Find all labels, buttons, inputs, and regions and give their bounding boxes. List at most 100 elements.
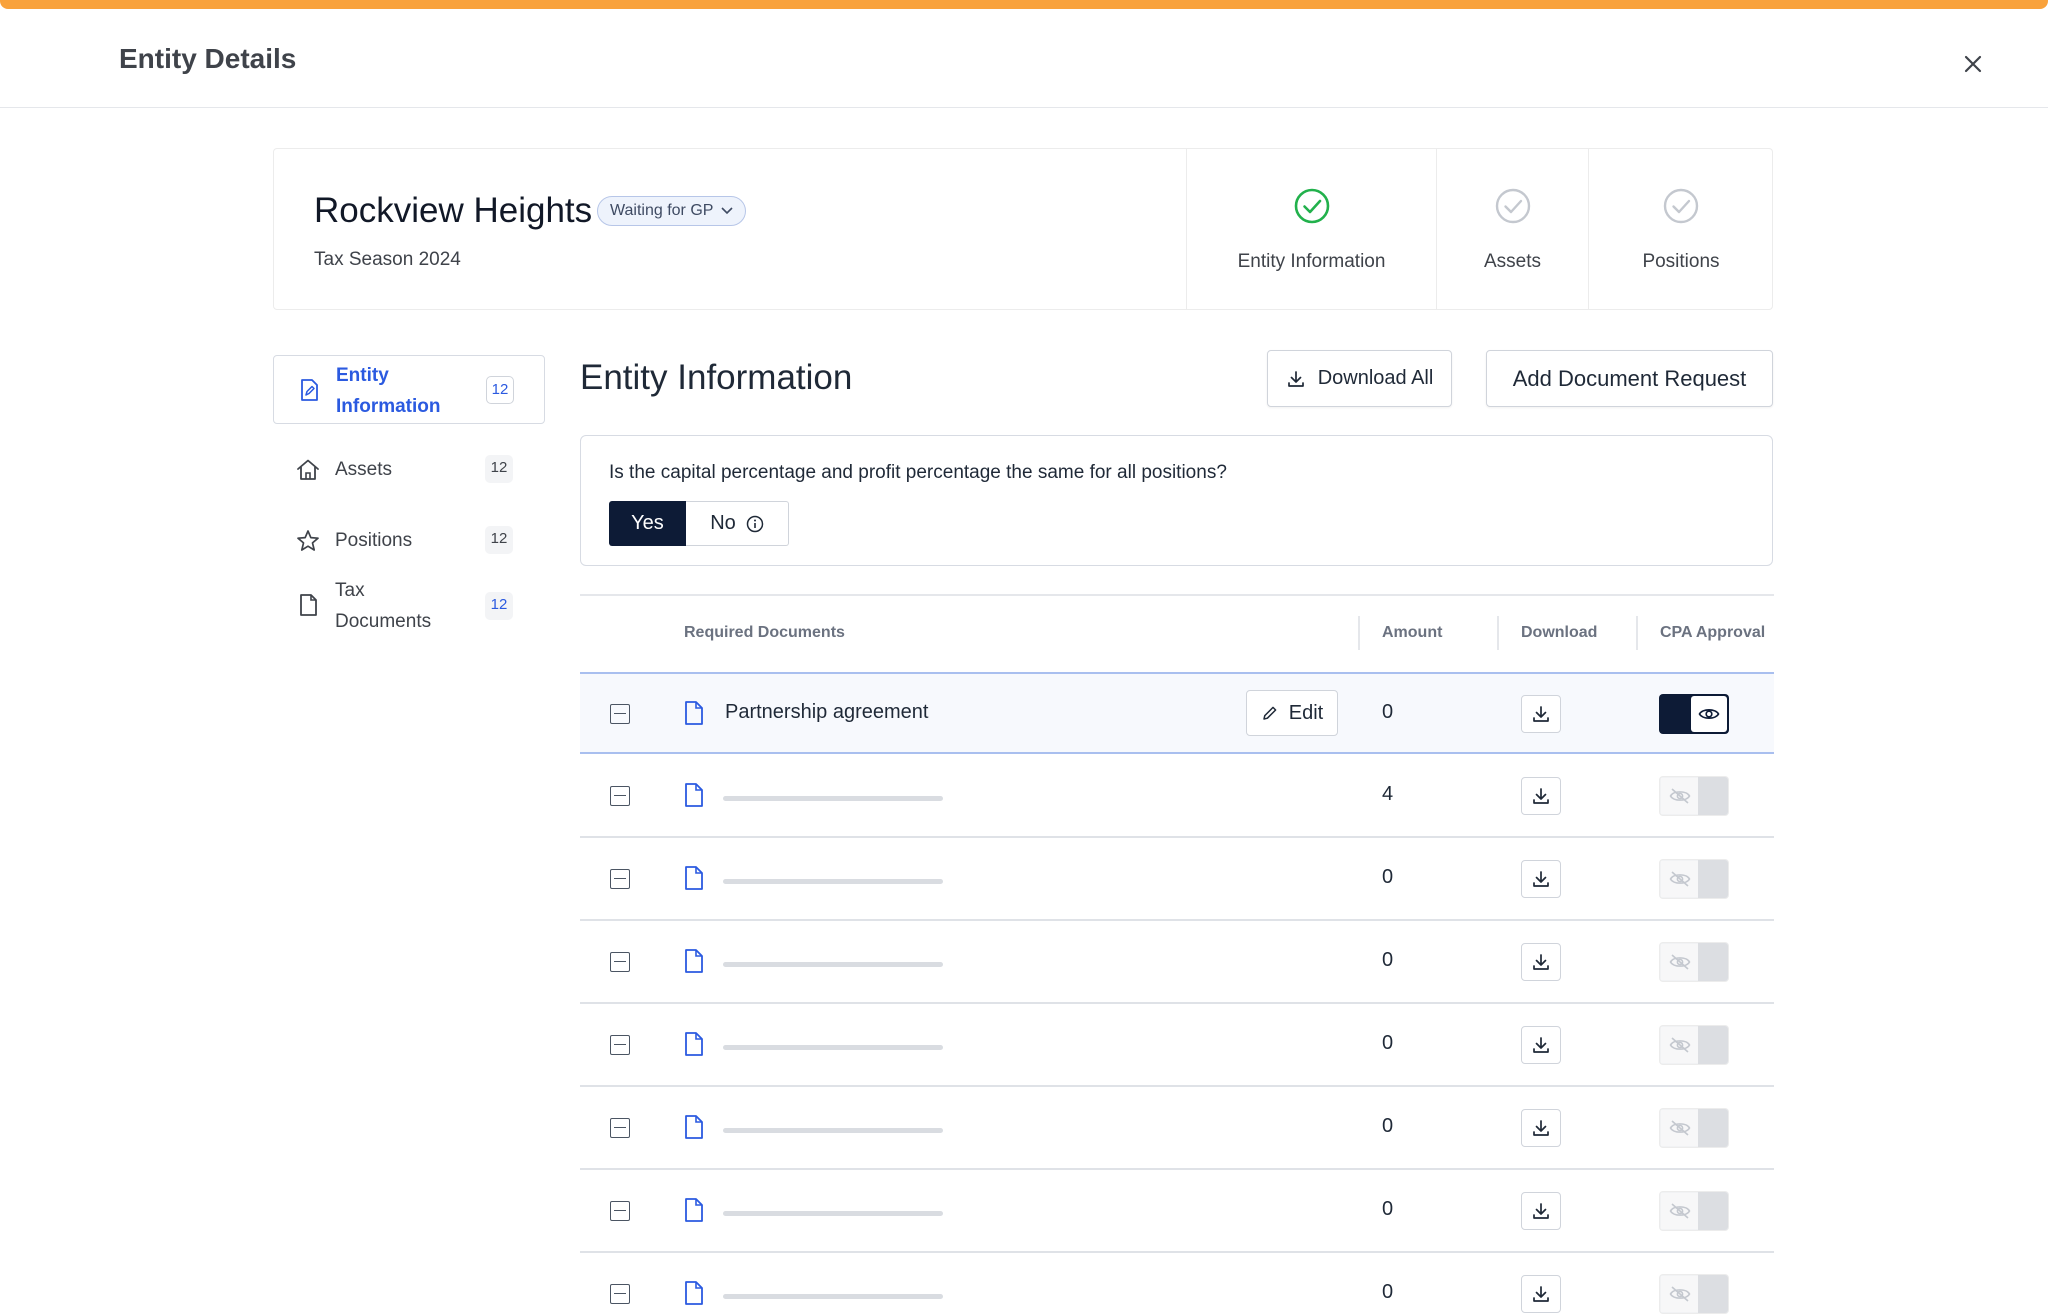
yes-option[interactable]: Yes (609, 501, 686, 546)
download-button[interactable] (1521, 1109, 1561, 1147)
eye-off-icon (1669, 954, 1691, 970)
collapse-toggle[interactable] (610, 1118, 630, 1138)
collapse-toggle[interactable] (610, 1284, 630, 1304)
cpa-approval-toggle[interactable] (1659, 776, 1729, 816)
download-icon (1533, 706, 1549, 722)
table-row[interactable]: 0 (580, 1171, 1774, 1253)
table-row[interactable]: 0 (580, 839, 1774, 921)
amount-value: 4 (1382, 783, 1394, 805)
file-icon (685, 701, 703, 725)
collapse-toggle[interactable] (610, 786, 630, 806)
check-circle-icon (1663, 188, 1699, 224)
sidebar-item-positions[interactable]: Positions 12 (273, 516, 545, 566)
cpa-approval-toggle[interactable] (1659, 1108, 1729, 1148)
sidebar-item-label: Entity Information (336, 365, 441, 417)
file-icon (685, 783, 703, 807)
toggle-track (1698, 1275, 1728, 1313)
download-icon (1287, 370, 1304, 387)
toggle-knob (1661, 778, 1699, 814)
collapse-toggle[interactable] (610, 704, 630, 724)
table-row[interactable]: 0 (580, 1088, 1774, 1170)
eye-off-icon (1669, 871, 1691, 887)
sidebar-item-entity-information[interactable]: Entity Information 12 (273, 355, 545, 424)
cpa-approval-toggle[interactable] (1659, 859, 1729, 899)
page-title: Entity Details (119, 43, 297, 74)
eye-off-icon (1669, 1203, 1691, 1219)
file-icon (300, 594, 317, 616)
column-header-cpa-approval: CPA Approval (1660, 624, 1766, 641)
step-label: Entity Information (1237, 251, 1386, 272)
table-row[interactable]: 0 (580, 1254, 1774, 1316)
download-button[interactable] (1521, 695, 1561, 733)
question-text: Is the capital percentage and profit per… (609, 462, 1227, 483)
table-row[interactable]: 0 (580, 1005, 1774, 1087)
download-button[interactable] (1521, 777, 1561, 815)
download-button[interactable] (1521, 1026, 1561, 1064)
download-icon (1533, 788, 1549, 804)
collapse-toggle[interactable] (610, 1201, 630, 1221)
sidebar-item-assets[interactable]: Assets 12 (273, 445, 545, 495)
document-name-placeholder (723, 879, 943, 884)
cpa-approval-toggle[interactable] (1659, 942, 1729, 982)
sidebar-item-label: Assets (335, 459, 393, 480)
toggle-knob (1691, 696, 1727, 732)
toggle-track (1698, 1109, 1728, 1147)
edit-button[interactable]: Edit (1246, 690, 1338, 736)
add-document-request-button[interactable]: Add Document Request (1486, 350, 1773, 407)
status-label: Waiting for GP (610, 202, 714, 219)
amount-value: 0 (1382, 1198, 1394, 1220)
entity-name: Rockview Heights (314, 191, 593, 230)
amount-value: 0 (1382, 866, 1394, 888)
step-positions[interactable]: Positions (1588, 149, 1773, 309)
sidebar-item-label: Tax Documents (335, 580, 432, 632)
toggle-knob (1661, 1276, 1699, 1312)
close-button[interactable] (1958, 49, 1988, 79)
eye-off-icon (1669, 1120, 1691, 1136)
table-row[interactable]: 4 (580, 756, 1774, 838)
edit-label: Edit (1288, 701, 1324, 724)
download-all-button[interactable]: Download All (1267, 350, 1452, 407)
cpa-approval-toggle[interactable] (1659, 1025, 1729, 1065)
cpa-approval-toggle[interactable] (1659, 1274, 1729, 1314)
download-button[interactable] (1521, 1192, 1561, 1230)
toggle-knob (1661, 1193, 1699, 1229)
count-badge: 12 (485, 592, 513, 620)
column-header-download: Download (1521, 624, 1598, 641)
download-button[interactable] (1521, 943, 1561, 981)
info-icon[interactable] (746, 515, 764, 533)
eye-icon (1698, 709, 1720, 719)
no-label: No (710, 512, 736, 534)
tax-season-label: Tax Season 2024 (314, 249, 461, 270)
download-button[interactable] (1521, 1275, 1561, 1313)
column-divider (1497, 616, 1499, 650)
collapse-toggle[interactable] (610, 952, 630, 972)
document-name-placeholder (723, 1211, 943, 1216)
table-row[interactable]: 0 (580, 922, 1774, 1004)
collapse-toggle[interactable] (610, 1035, 630, 1055)
sidebar-item-label: Positions (335, 530, 413, 551)
document-name-placeholder (723, 796, 943, 801)
top-accent-bar (0, 0, 2048, 9)
download-icon (1533, 1037, 1549, 1053)
file-icon (685, 1198, 703, 1222)
document-name-placeholder (723, 1045, 943, 1050)
no-option[interactable]: No (686, 501, 789, 546)
column-divider (1358, 616, 1360, 650)
table-header: Required Documents Amount Download CPA A… (580, 594, 1774, 672)
sidebar-item-tax-documents[interactable]: Tax Documents 12 (273, 571, 545, 641)
collapse-toggle[interactable] (610, 869, 630, 889)
step-assets[interactable]: Assets (1436, 149, 1588, 309)
cpa-approval-toggle[interactable] (1659, 694, 1729, 734)
status-badge-dropdown[interactable]: Waiting for GP (597, 196, 747, 226)
step-entity-information[interactable]: Entity Information (1186, 149, 1436, 309)
download-button[interactable] (1521, 860, 1561, 898)
toggle-knob (1661, 1027, 1699, 1063)
column-header-amount: Amount (1382, 624, 1443, 641)
download-icon (1533, 1120, 1549, 1136)
modal-header: Entity Details (0, 9, 2048, 108)
cpa-approval-toggle[interactable] (1659, 1191, 1729, 1231)
table-row[interactable]: Partnership agreement 0 Edit (580, 672, 1774, 754)
toggle-knob (1661, 944, 1699, 980)
count-badge: 12 (485, 455, 513, 483)
question-card: Is the capital percentage and profit per… (580, 435, 1773, 566)
